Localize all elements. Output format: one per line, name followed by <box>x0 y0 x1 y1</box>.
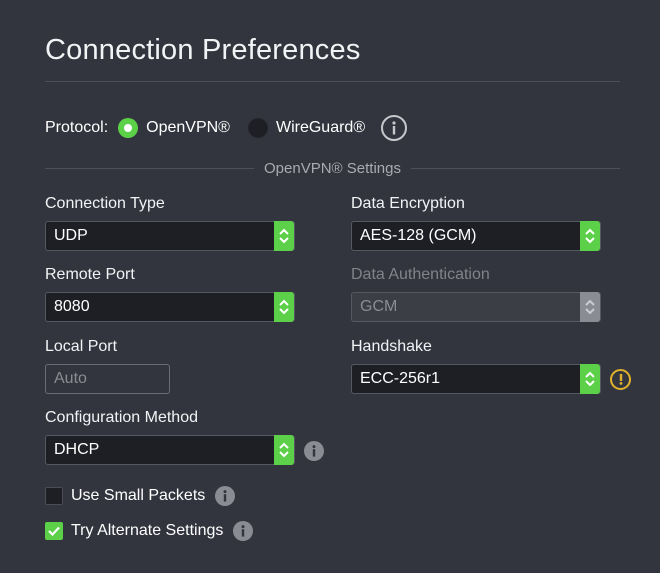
use-small-packets-option[interactable]: Use Small Packets <box>45 486 236 506</box>
connection-type-label: Connection Type <box>45 195 165 212</box>
handshake-label: Handshake <box>351 338 432 355</box>
openvpn-label[interactable]: OpenVPN® <box>146 119 230 137</box>
data-authentication-label: Data Authentication <box>351 266 490 283</box>
wireguard-label[interactable]: WireGuard® <box>276 119 365 137</box>
local-port-input[interactable]: Auto <box>45 364 170 394</box>
remote-port-value: 8080 <box>54 298 90 315</box>
section-title: OpenVPN® Settings <box>264 159 401 177</box>
data-encryption-label: Data Encryption <box>351 195 465 212</box>
configuration-method-value: DHCP <box>54 441 100 458</box>
info-icon[interactable] <box>233 521 254 541</box>
stepper-icon[interactable] <box>580 221 600 251</box>
data-authentication-value: GCM <box>360 298 398 315</box>
stepper-icon[interactable] <box>274 435 294 465</box>
try-alternate-settings-checkbox[interactable] <box>45 522 63 540</box>
stepper-icon[interactable] <box>274 221 294 251</box>
section-divider: OpenVPN® Settings <box>45 158 620 178</box>
use-small-packets-checkbox[interactable] <box>45 487 63 505</box>
local-port-placeholder: Auto <box>54 370 87 387</box>
local-port-label: Local Port <box>45 338 118 355</box>
protocol-selector: Protocol: OpenVPN® WireGuard® <box>45 114 408 142</box>
stepper-icon[interactable] <box>580 364 600 394</box>
configuration-method-select[interactable]: DHCP <box>45 435 295 465</box>
configuration-method-label: Configuration Method <box>45 409 198 426</box>
stepper-icon[interactable] <box>274 292 294 322</box>
page-title: Connection Preferences <box>45 34 361 66</box>
use-small-packets-label[interactable]: Use Small Packets <box>71 487 205 505</box>
connection-type-value: UDP <box>54 227 88 244</box>
info-outline-icon[interactable] <box>381 115 408 141</box>
try-alternate-settings-label[interactable]: Try Alternate Settings <box>71 522 223 540</box>
stepper-icon <box>580 292 600 322</box>
data-authentication-select: GCM <box>351 292 601 322</box>
wireguard-radio[interactable] <box>247 118 268 138</box>
openvpn-radio[interactable] <box>118 118 139 138</box>
handshake-select[interactable]: ECC-256r1 <box>351 364 601 394</box>
warning-icon[interactable] <box>610 369 631 390</box>
remote-port-label: Remote Port <box>45 266 135 283</box>
connection-type-select[interactable]: UDP <box>45 221 295 251</box>
info-icon[interactable] <box>215 486 236 506</box>
handshake-value: ECC-256r1 <box>360 370 441 387</box>
protocol-label: Protocol: <box>45 119 109 136</box>
remote-port-select[interactable]: 8080 <box>45 292 295 322</box>
try-alternate-settings-option[interactable]: Try Alternate Settings <box>45 521 254 541</box>
title-divider <box>45 81 620 82</box>
info-icon[interactable] <box>304 441 324 461</box>
data-encryption-select[interactable]: AES-128 (GCM) <box>351 221 601 251</box>
data-encryption-value: AES-128 (GCM) <box>360 227 477 244</box>
